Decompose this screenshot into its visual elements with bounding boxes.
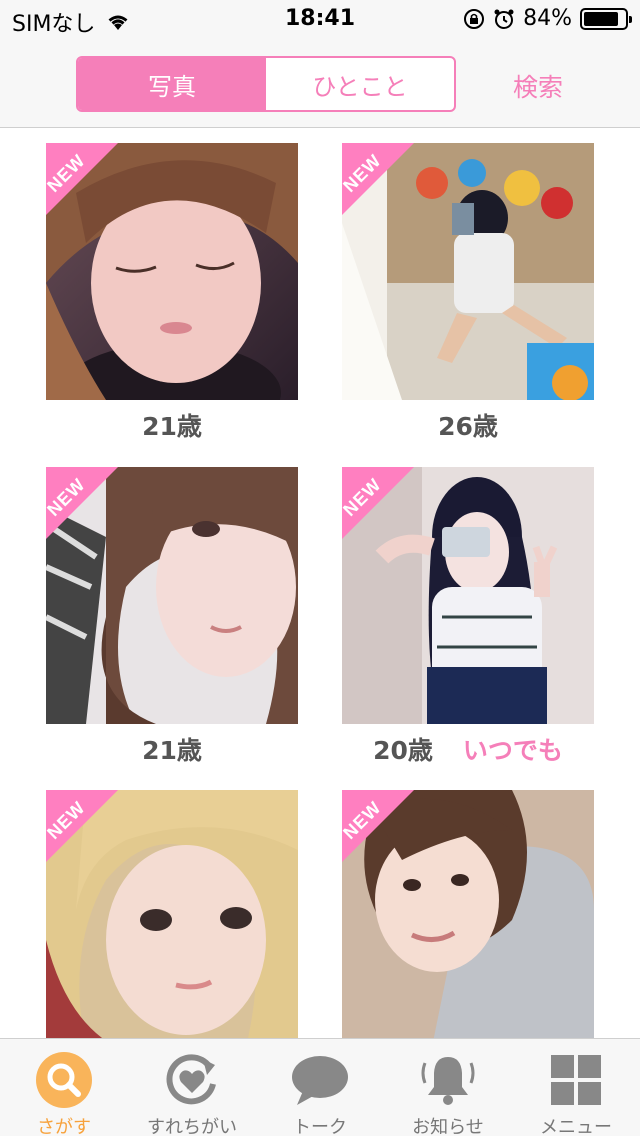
profile-age: 21歳: [142, 736, 202, 765]
tab-label: メニュー: [540, 1117, 612, 1138]
profile-photo[interactable]: NEW: [342, 143, 594, 400]
segmented-control: 写真 ひとこと: [76, 56, 456, 112]
search-button[interactable]: 検索: [490, 68, 586, 104]
profile-age: 20歳: [373, 736, 433, 765]
profile-age: 21歳: [142, 412, 202, 441]
tab-hitokoto[interactable]: ひとこと: [266, 58, 454, 110]
profile-caption: 21歳: [46, 400, 298, 450]
profile-photo[interactable]: NEW: [46, 143, 298, 400]
tab-search[interactable]: さがす: [0, 1039, 128, 1138]
search-icon: [35, 1051, 93, 1109]
tab-photo[interactable]: 写真: [78, 58, 266, 110]
battery-percent: 84%: [523, 6, 572, 31]
grid-menu-icon: [547, 1051, 605, 1109]
heart-refresh-icon: [163, 1051, 221, 1109]
header: 写真 ひとこと 検索: [0, 40, 640, 128]
tab-surechigai[interactable]: すれちがい: [128, 1039, 256, 1138]
tab-menu[interactable]: メニュー: [512, 1039, 640, 1138]
status-bar: SIMなし 18:41 84%: [0, 0, 640, 40]
profile-card[interactable]: NEW 20歳 いつでも: [342, 467, 594, 774]
profile-photo[interactable]: NEW: [46, 467, 298, 724]
tab-label: お知らせ: [412, 1117, 484, 1138]
profile-card[interactable]: NEW 21歳: [46, 467, 298, 774]
profile-card[interactable]: NEW: [342, 790, 594, 1038]
tab-label: トーク: [293, 1117, 347, 1138]
battery-icon: [580, 7, 632, 30]
bell-icon: [419, 1051, 477, 1109]
speech-bubble-icon: [291, 1051, 349, 1109]
tab-label: さがす: [37, 1117, 91, 1138]
rotation-lock-icon: [464, 8, 485, 29]
tab-notifications[interactable]: お知らせ: [384, 1039, 512, 1138]
tab-label: すれちがい: [147, 1117, 237, 1138]
status-right: 84%: [463, 6, 632, 31]
tab-talk[interactable]: トーク: [256, 1039, 384, 1138]
tab-bar: さがす すれちがい トーク お知らせ メニュー: [0, 1038, 640, 1138]
profile-age: 26歳: [438, 412, 498, 441]
profile-photo[interactable]: NEW: [342, 790, 594, 1038]
profile-photo[interactable]: NEW: [342, 467, 594, 724]
profile-caption: 26歳: [342, 400, 594, 450]
profile-grid: NEW 21歳 NEW 26歳 NEW 21歳 NEW 20歳 いつでも NEW…: [0, 129, 640, 1038]
alarm-icon: [494, 9, 514, 29]
profile-photo[interactable]: NEW: [46, 790, 298, 1038]
profile-card[interactable]: NEW 21歳: [46, 143, 298, 450]
profile-caption: 21歳: [46, 724, 298, 774]
availability-tag: いつでも: [462, 736, 563, 765]
profile-card[interactable]: NEW 26歳: [342, 143, 594, 450]
profile-card[interactable]: NEW: [46, 790, 298, 1038]
profile-caption: 20歳 いつでも: [342, 724, 594, 774]
